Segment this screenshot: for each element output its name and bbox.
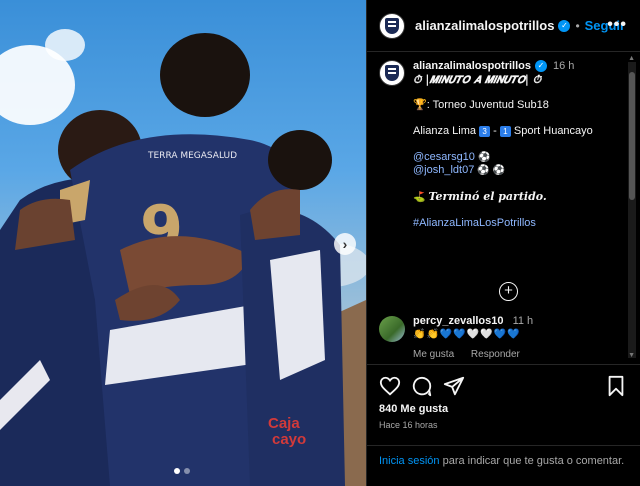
header-separator: •	[575, 18, 580, 33]
carousel-dot	[184, 468, 190, 474]
caption-final: Terminó el partido.	[428, 190, 547, 203]
comment-reply-button[interactable]: Responder	[471, 349, 520, 360]
next-arrow-icon[interactable]: ›	[334, 233, 356, 255]
carousel-dots	[174, 468, 190, 474]
bookmark-icon[interactable]	[605, 375, 627, 397]
mention-link[interactable]: @josh_ldt07	[413, 164, 474, 176]
caption-avatar[interactable]	[379, 60, 405, 86]
add-comment-icon[interactable]: +	[499, 282, 518, 301]
svg-text:Caja: Caja	[268, 415, 300, 432]
login-prompt: Inicia sesión para indicar que te gusta …	[367, 445, 640, 477]
club-crest-icon	[385, 17, 399, 34]
caption-title: ⏱ |𝙈𝙄𝙉𝙐𝙏𝙊 𝘼 𝙈𝙄𝙉𝙐𝙏𝙊| ⏱	[413, 73, 542, 86]
flag-icon: ⛳	[413, 192, 426, 203]
comment-time[interactable]: 11 h	[513, 315, 534, 327]
caption-time[interactable]: 16 h	[553, 60, 574, 72]
soccer-ball-icon: ⚽ ⚽	[477, 165, 506, 176]
comment-icon[interactable]	[411, 375, 433, 397]
login-text: para indicar que te gusta o comentar.	[439, 455, 625, 467]
caption-tournament: 🏆: Torneo Juventud Sub18	[413, 99, 549, 111]
post-header: alianzalimalospotrillos ✓ • Seguir •••	[367, 0, 640, 52]
soccer-ball-icon: ⚽	[477, 152, 491, 163]
caption-score: Alianza Lima 3 - 1 Sport Huancayo	[413, 125, 619, 138]
commenter-avatar[interactable]	[379, 316, 405, 342]
post-photo[interactable]: 9 TERRA MEGASALUD Caja cayo ›	[0, 0, 366, 486]
verified-icon: ✓	[558, 19, 571, 32]
heart-icon[interactable]	[379, 375, 401, 397]
likes-count[interactable]: 840 Me gusta	[379, 403, 448, 415]
verified-icon: ✓	[534, 60, 547, 73]
score-home: 3	[479, 125, 491, 137]
post-panel: alianzalimalospotrillos ✓ • Seguir ••• ▲…	[366, 0, 640, 486]
post-caption: alianzalimalospotrillos ✓ 16 h ⏱ |𝙈𝙄𝙉𝙐𝙏𝙊 𝘼…	[379, 60, 619, 301]
svg-text:TERRA MEGASALUD: TERRA MEGASALUD	[147, 151, 237, 161]
comment-text: 👏👏💙💙🤍🤍💙💙	[413, 329, 521, 340]
posted-time[interactable]: Hace 16 horas	[379, 420, 438, 430]
photo-illustration: 9 TERRA MEGASALUD Caja cayo	[0, 29, 366, 486]
post-actions: 840 Me gusta Hace 16 horas Inicia sesión…	[367, 364, 640, 486]
comments-section: alianzalimalospotrillos ✓ 16 h ⏱ |𝙈𝙄𝙉𝙐𝙏𝙊 𝘼…	[367, 52, 640, 364]
comment-item: percy_zevallos10 11 h 👏👏💙💙🤍🤍💙💙 Me gusta …	[379, 314, 619, 362]
hashtag-link[interactable]: #AlianzaLimaLosPotrillos	[413, 217, 536, 229]
account-avatar[interactable]	[379, 12, 405, 39]
caption-username[interactable]: alianzalimalospotrillos	[413, 60, 531, 72]
commenter-username[interactable]: percy_zevallos10	[413, 315, 504, 327]
share-icon[interactable]	[443, 375, 465, 397]
team-away: Sport Huancayo	[513, 125, 593, 137]
comment-like-button[interactable]: Me gusta	[413, 349, 454, 360]
team-home: Alianza Lima	[413, 125, 476, 137]
login-link[interactable]: Inicia sesión	[379, 455, 440, 467]
score-dash: -	[493, 125, 497, 137]
action-icons	[379, 375, 629, 397]
instagram-post: 9 TERRA MEGASALUD Caja cayo › alianzalim…	[0, 0, 640, 486]
club-crest-icon	[385, 65, 399, 81]
mention-link[interactable]: @cesarsg10	[413, 151, 475, 163]
score-away: 1	[499, 125, 511, 137]
more-icon[interactable]: •••	[607, 16, 627, 34]
svg-text:cayo: cayo	[272, 431, 306, 448]
header-username[interactable]: alianzalimalospotrillos	[415, 18, 554, 33]
carousel-dot	[174, 468, 180, 474]
